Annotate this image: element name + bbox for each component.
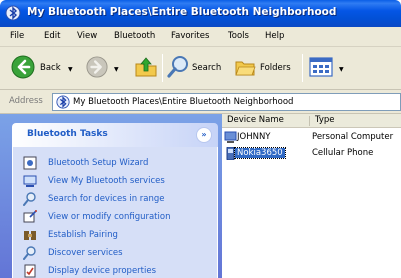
back-button[interactable]: Back ▼ <box>6 53 78 83</box>
task-search-devices[interactable]: Search for devices in range <box>23 192 219 208</box>
address-input[interactable]: My Bluetooth Places\Entire Bluetooth Nei… <box>52 93 401 111</box>
pairing-icon <box>24 231 36 240</box>
folders-icon <box>235 61 256 76</box>
address-value: My Bluetooth Places\Entire Bluetooth Nei… <box>73 97 294 107</box>
task-label: View or modify configuration <box>48 212 171 222</box>
task-discover-services[interactable]: Discover services <box>23 246 219 262</box>
up-button[interactable] <box>133 53 159 83</box>
folders-button[interactable]: Folders <box>232 53 296 83</box>
menu-view[interactable]: View <box>77 31 97 41</box>
bluetooth-places-icon <box>56 95 70 109</box>
toolbar-separator <box>302 54 303 82</box>
back-arrow-icon <box>11 55 35 79</box>
forward-arrow-icon <box>86 56 108 78</box>
up-folder-icon <box>135 57 157 77</box>
wizard-icon <box>23 156 37 170</box>
device-type: Cellular Phone <box>312 148 374 158</box>
menu-help[interactable]: Help <box>265 31 284 41</box>
task-setup-wizard[interactable]: Bluetooth Setup Wizard <box>23 156 219 172</box>
search-label: Search <box>192 63 222 73</box>
device-list: Device Name Type JOHNNY Personal Compute… <box>222 114 401 278</box>
toolbar: Back ▼ ▼ Search Folders ▼ <box>0 47 401 90</box>
task-label: View My Bluetooth services <box>48 176 165 186</box>
list-row-johnny[interactable]: JOHNNY Personal Computer <box>222 131 401 145</box>
tasks-body: Bluetooth Setup Wizard View My Bluetooth… <box>12 147 218 278</box>
search-button[interactable]: Search <box>166 53 226 83</box>
column-header-type[interactable]: Type <box>310 114 401 128</box>
column-label: Type <box>315 115 335 125</box>
menu-bar: File Edit View Bluetooth Favorites Tools… <box>0 27 401 47</box>
search-icon <box>167 56 188 78</box>
title-bar[interactable]: My Bluetooth Places\Entire Bluetooth Nei… <box>0 0 401 27</box>
forward-button[interactable]: ▼ <box>84 53 124 83</box>
views-dropdown-icon[interactable]: ▼ <box>339 66 344 73</box>
tasks-header[interactable]: Bluetooth Tasks » <box>12 123 218 147</box>
address-bar: Address My Bluetooth Places\Entire Bluet… <box>0 90 401 114</box>
search-devices-icon <box>23 192 36 206</box>
collapse-chevron-icon[interactable]: » <box>196 127 212 143</box>
folders-label: Folders <box>260 63 291 73</box>
device-type: Personal Computer <box>312 132 394 142</box>
task-label: Display device properties <box>48 266 157 276</box>
task-establish-pairing[interactable]: Establish Pairing <box>23 228 219 244</box>
task-label: Bluetooth Setup Wizard <box>48 158 149 168</box>
column-label: Device Name <box>227 115 284 125</box>
back-dropdown-icon[interactable]: ▼ <box>68 66 73 73</box>
menu-file[interactable]: File <box>10 31 24 41</box>
list-row-nokia3650[interactable]: Nokia3650 Cellular Phone <box>222 147 401 161</box>
bluetooth-tasks-panel: Bluetooth Tasks » Bluetooth Setup Wizard… <box>12 123 218 278</box>
services-icon <box>23 175 37 187</box>
device-name: Nokia3650 <box>234 147 286 159</box>
menu-favorites[interactable]: Favorites <box>171 31 209 41</box>
tasks-header-title: Bluetooth Tasks <box>27 129 108 139</box>
task-label: Discover services <box>48 248 123 258</box>
task-configuration[interactable]: View or modify configuration <box>23 210 219 226</box>
back-label: Back <box>40 63 61 73</box>
address-label: Address <box>9 96 43 106</box>
toolbar-separator <box>162 54 163 82</box>
discover-icon <box>23 246 36 260</box>
bluetooth-places-icon <box>5 5 21 21</box>
task-view-services[interactable]: View My Bluetooth services <box>23 174 219 190</box>
column-header-device-name[interactable]: Device Name <box>222 114 310 128</box>
views-icon <box>309 57 333 77</box>
menu-bluetooth[interactable]: Bluetooth <box>114 31 155 41</box>
menu-edit[interactable]: Edit <box>44 31 60 41</box>
task-pane: Bluetooth Tasks » Bluetooth Setup Wizard… <box>0 114 222 278</box>
task-label: Establish Pairing <box>48 230 118 240</box>
views-button[interactable]: ▼ <box>306 53 352 83</box>
window-title: My Bluetooth Places\Entire Bluetooth Nei… <box>27 6 337 18</box>
device-name: JOHNNY <box>237 132 271 142</box>
task-device-properties[interactable]: Display device properties <box>23 264 219 278</box>
properties-icon <box>24 264 36 278</box>
forward-dropdown-icon[interactable]: ▼ <box>114 66 119 73</box>
configuration-icon <box>23 210 37 223</box>
menu-tools[interactable]: Tools <box>228 31 249 41</box>
task-label: Search for devices in range <box>48 194 165 204</box>
